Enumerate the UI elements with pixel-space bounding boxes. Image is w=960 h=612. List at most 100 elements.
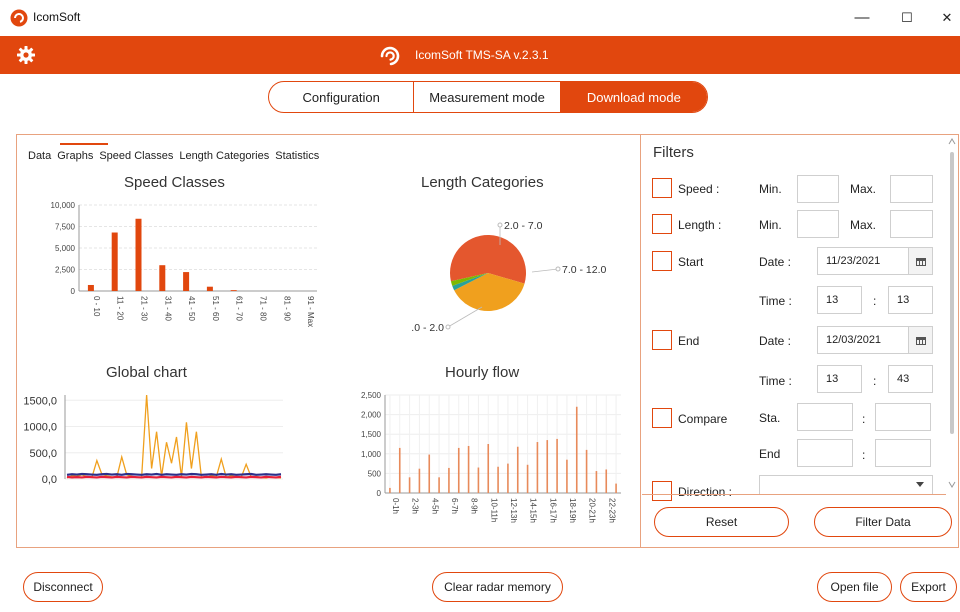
time-colon: : — [862, 448, 866, 462]
end-time-label: Time : — [759, 374, 792, 388]
graphs-panel: Data Graphs Speed Classes Length Categor… — [16, 134, 641, 548]
bar — [230, 290, 237, 291]
speed-max-input[interactable] — [890, 175, 933, 203]
mode-download[interactable]: Download mode — [560, 82, 707, 112]
x-tick-label: 41 - 50 — [187, 296, 196, 321]
x-tick-label: 11 - 20 — [116, 296, 125, 321]
compare-end-minute-input[interactable] — [875, 439, 931, 467]
bar — [457, 447, 460, 493]
pie-leader-line — [447, 306, 483, 328]
tab-length-categories[interactable]: Length Categories — [179, 150, 269, 162]
gear-icon[interactable] — [16, 45, 36, 65]
x-tick-label: 2-3h — [411, 498, 420, 514]
length-max-label: Max. — [850, 218, 877, 232]
speed-max-label: Max. — [850, 182, 877, 196]
direction-dropdown[interactable] — [759, 475, 933, 495]
start-filter-checkbox[interactable] — [652, 251, 672, 271]
pie-leader-line — [531, 268, 559, 273]
filter-data-button[interactable]: Filter Data — [814, 507, 952, 537]
y-tick-label: 7,500 — [55, 223, 76, 232]
end-hour-input[interactable]: 13 — [817, 365, 862, 393]
pie-leader-dot — [445, 324, 451, 330]
pie-label: 0.0 - 2.0 — [412, 322, 444, 334]
bar — [408, 477, 411, 493]
x-tick-label: 20-21h — [588, 498, 597, 523]
bar — [556, 438, 558, 493]
reset-button[interactable]: Reset — [654, 507, 789, 537]
x-tick-label: 22-23h — [607, 498, 616, 523]
x-tick-label: 16-17h — [548, 498, 557, 523]
pie-label: 7.0 - 12.0 — [562, 264, 607, 276]
bar — [546, 440, 549, 493]
start-minute-input[interactable]: 13 — [888, 286, 933, 314]
disconnect-button[interactable]: Disconnect — [23, 572, 103, 602]
minimize-button[interactable]: — — [852, 8, 872, 28]
bar — [477, 467, 480, 493]
y-tick-label: 500,0 — [29, 448, 57, 460]
y-tick-label: 1,500 — [361, 430, 382, 439]
series-line — [66, 475, 282, 479]
clear-radar-memory-button[interactable]: Clear radar memory — [432, 572, 563, 602]
x-tick-label: 12-13h — [509, 498, 518, 523]
bar — [605, 469, 608, 493]
start-date-input[interactable]: 11/23/2021 — [817, 247, 909, 275]
filters-scrollbar[interactable] — [947, 136, 957, 490]
compare-start-minute-input[interactable] — [875, 403, 931, 431]
start-hour-input[interactable]: 13 — [817, 286, 862, 314]
time-colon: : — [873, 374, 877, 388]
length-filter-checkbox[interactable] — [652, 214, 672, 234]
y-tick-label: 500 — [368, 469, 382, 478]
maximize-button[interactable]: ☐ — [897, 8, 917, 28]
length-min-input[interactable] — [797, 210, 839, 238]
close-button[interactable]: ✕ — [937, 8, 957, 28]
end-date-input[interactable]: 12/03/2021 — [817, 326, 909, 354]
x-tick-label: 71 - 80 — [259, 296, 268, 321]
x-tick-label: 61 - 70 — [235, 296, 244, 321]
end-filter-checkbox[interactable] — [652, 330, 672, 350]
length-max-input[interactable] — [890, 210, 933, 238]
speed-min-input[interactable] — [797, 175, 839, 203]
x-tick-label: 6-7h — [450, 498, 459, 514]
bar — [585, 449, 588, 493]
speed-chart-title: Speed Classes — [124, 174, 225, 191]
start-date-label: Date : — [759, 255, 792, 269]
y-tick-label: 0 — [377, 489, 382, 498]
start-calendar-button[interactable] — [909, 247, 933, 275]
tab-speed-classes[interactable]: Speed Classes — [99, 150, 173, 162]
bar — [487, 444, 490, 493]
icomsoft-logo-icon — [10, 9, 28, 27]
compare-end-hour-input[interactable] — [797, 439, 853, 467]
compare-end-label: End — [759, 447, 781, 461]
end-filter-label: End — [678, 334, 700, 348]
active-tab-indicator — [60, 143, 108, 145]
app-header-bar: IcomSoft TMS-SA v.2.3.1 — [0, 36, 960, 74]
window-titlebar: IcomSoft — ☐ ✕ — [0, 0, 960, 36]
compare-start-label: Sta. — [759, 411, 781, 425]
tab-statistics[interactable]: Statistics — [275, 150, 319, 162]
end-date-label: Date : — [759, 334, 792, 348]
content-tabs: Data Graphs Speed Classes Length Categor… — [28, 150, 319, 162]
compare-filter-checkbox[interactable] — [652, 408, 672, 428]
tab-data[interactable]: Data — [28, 150, 51, 162]
direction-filter-checkbox[interactable] — [652, 481, 672, 501]
speed-filter-checkbox[interactable] — [652, 178, 672, 198]
end-minute-input[interactable]: 43 — [888, 365, 933, 393]
bar — [398, 447, 401, 493]
bar — [428, 454, 431, 493]
bar — [566, 459, 568, 493]
end-calendar-button[interactable] — [909, 326, 933, 354]
x-tick-label: 4-5h — [430, 498, 439, 514]
bar — [536, 442, 539, 493]
mode-measurement[interactable]: Measurement mode — [414, 82, 561, 112]
length-categories-chart: 0.0 - 2.0 2.0 - 7.0 7.0 - 12.0 — [412, 220, 607, 334]
start-time-label: Time : — [759, 294, 792, 308]
compare-start-hour-input[interactable] — [797, 403, 853, 431]
bar — [111, 232, 118, 291]
y-tick-label: 1,000 — [361, 450, 382, 459]
tab-graphs[interactable]: Graphs — [57, 150, 93, 162]
export-button[interactable]: Export — [900, 572, 957, 602]
filters-title: Filters — [653, 144, 694, 161]
mode-configuration[interactable]: Configuration — [269, 82, 415, 112]
open-file-button[interactable]: Open file — [817, 572, 892, 602]
speed-filter-label: Speed : — [678, 182, 720, 196]
